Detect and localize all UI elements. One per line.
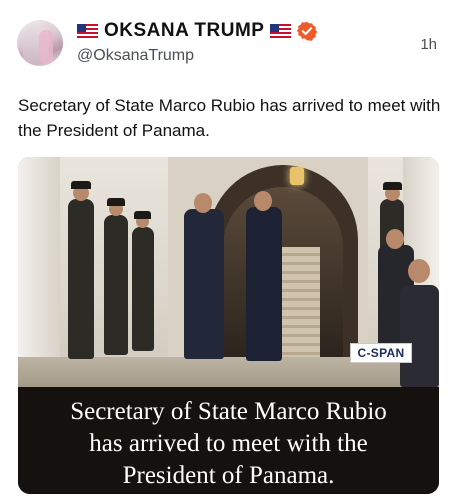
us-flag-icon: [270, 23, 292, 39]
us-flag-icon: [77, 23, 98, 39]
agent-head: [408, 259, 430, 283]
network-logo: C-SPAN: [350, 343, 412, 363]
official-head: [194, 193, 212, 213]
author-name-row[interactable]: OKSANA TRUMP: [77, 18, 318, 44]
video-caption: Secretary of State Marco Rubio has arriv…: [18, 387, 439, 494]
caption-line: President of Panama.: [122, 462, 335, 489]
caption-line: Secretary of State Marco Rubio: [70, 398, 387, 425]
caption-line: has arrived to meet with the: [89, 430, 368, 457]
official-in-suit: [246, 207, 282, 361]
verified-badge-icon: [297, 21, 318, 41]
tweet-text: Secretary of State Marco Rubio has arriv…: [18, 96, 441, 140]
guard-cap: [71, 181, 91, 189]
left-column: [18, 157, 60, 387]
guard-cap: [134, 211, 151, 219]
honor-guard: [68, 199, 94, 359]
honor-guard: [132, 227, 154, 351]
video-frame: C-SPAN: [18, 157, 439, 387]
guard-cap: [383, 182, 402, 190]
agent-head: [386, 229, 404, 249]
avatar[interactable]: [17, 20, 63, 66]
author-handle[interactable]: @OksanaTrump: [77, 47, 194, 65]
official-head: [254, 191, 272, 211]
guard-cap: [107, 198, 125, 206]
avatar-figure-shape: [39, 30, 53, 64]
post-timestamp[interactable]: 1h: [420, 36, 437, 53]
hanging-lamp: [290, 167, 304, 185]
tweet-header: OKSANA TRUMP @OksanaTrump 1h: [0, 0, 457, 80]
official-in-suit: [184, 209, 224, 359]
honor-guard: [104, 215, 128, 355]
video-media[interactable]: C-SPAN Secretary of State Marco Rubio ha…: [18, 157, 439, 494]
security-agent: [400, 285, 439, 387]
author-display-name[interactable]: OKSANA TRUMP: [104, 20, 264, 42]
